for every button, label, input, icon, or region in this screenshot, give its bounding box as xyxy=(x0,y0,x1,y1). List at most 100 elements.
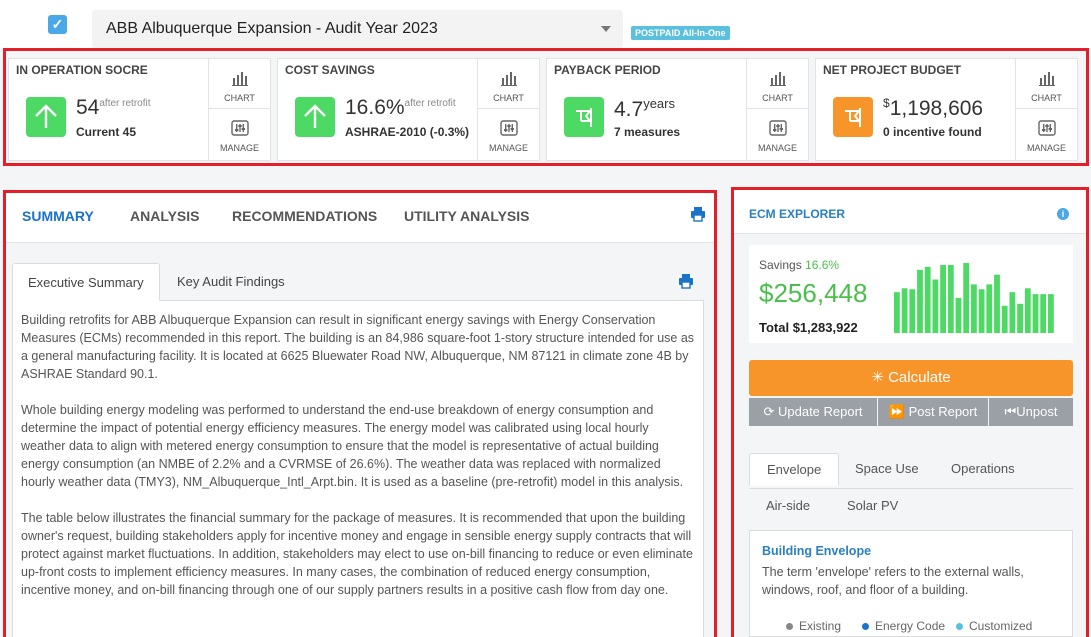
savings-bar xyxy=(1009,292,1016,333)
tab-summary[interactable]: SUMMARY xyxy=(22,208,94,224)
executive-summary-text: Building retrofits for ABB Albuquerque E… xyxy=(12,301,704,637)
kpi-card-cost-savings: COST SAVINGS 16.6%after retrofit ASHRAE-… xyxy=(277,58,540,161)
sliders-icon xyxy=(499,120,518,136)
tab-air-side[interactable]: Air-side xyxy=(749,490,827,521)
savings-bar xyxy=(955,298,962,333)
legend-item-energy-code: Energy Code xyxy=(862,619,945,633)
tab-utility-analysis[interactable]: UTILITY ANALYSIS xyxy=(404,208,530,224)
flag-icon xyxy=(564,97,604,137)
legend-dot xyxy=(956,623,963,631)
post-report-button[interactable]: ⏩ Post Report xyxy=(878,398,988,426)
report-action-row: ⟳ Update Report ⏩ Post Report ⏮Unpost xyxy=(749,398,1073,426)
kpi-sub: Current 45 xyxy=(76,125,137,139)
project-select-value: ABB Albuquerque Expansion - Audit Year 2… xyxy=(106,20,438,37)
manage-button[interactable]: MANAGE xyxy=(209,109,270,159)
summary-subtabs: Executive Summary Key Audit Findings xyxy=(12,263,704,301)
savings-bar xyxy=(1048,294,1054,333)
tab-divider xyxy=(749,488,1073,489)
bar-chart-icon xyxy=(769,72,786,86)
ecm-header: ECM EXPLORER i xyxy=(734,190,1088,234)
legend-label: Customized xyxy=(969,619,1033,633)
chevron-down-icon xyxy=(601,26,611,32)
manage-label: MANAGE xyxy=(488,143,528,153)
chart-label: CHART xyxy=(224,93,255,103)
legend-label: Existing xyxy=(799,619,842,633)
savings-label-row: Savings 16.6% xyxy=(759,258,839,272)
kpi-value-suffix: after retrofit xyxy=(404,98,456,109)
summary-paragraph: Building retrofits for ABB Albuquerque E… xyxy=(21,313,695,381)
savings-percent: 16.6% xyxy=(805,258,840,272)
savings-bar xyxy=(909,289,916,333)
section-title: Building Envelope xyxy=(762,544,872,558)
arrow-up-icon xyxy=(295,97,335,137)
report-panel: SUMMARY ANALYSIS RECOMMENDATIONS UTILITY… xyxy=(4,190,716,637)
tab-envelope[interactable]: Envelope xyxy=(749,453,840,486)
tab-recommendations[interactable]: RECOMMENDATIONS xyxy=(232,208,377,224)
skip-back-icon: ⏮ xyxy=(1004,404,1017,419)
kpi-actions: CHART MANAGE xyxy=(208,59,270,160)
kpi-actions: CHART MANAGE xyxy=(477,59,539,160)
savings-bar xyxy=(894,292,900,333)
chart-label: CHART xyxy=(493,93,524,103)
project-select[interactable]: ABB Albuquerque Expansion - Audit Year 2… xyxy=(92,10,623,48)
legend-dot xyxy=(786,623,793,631)
kpi-value: 54 xyxy=(76,96,100,119)
update-report-label: Update Report xyxy=(777,404,863,419)
ecm-explorer-panel: ECM EXPLORER i Savings 16.6% $256,448 To… xyxy=(734,190,1088,637)
top-bar: ✓ ABB Albuquerque Expansion - Audit Year… xyxy=(0,0,1091,48)
chart-button[interactable]: CHART xyxy=(747,59,808,109)
tab-analysis[interactable]: ANALYSIS xyxy=(130,208,200,224)
savings-bar xyxy=(1001,305,1008,333)
savings-bar xyxy=(1017,303,1023,333)
update-report-button[interactable]: ⟳ Update Report xyxy=(749,398,877,426)
ecm-category-tabs: Envelope Space Use Operations Air-side S… xyxy=(749,453,1073,531)
kpi-value-suffix: after retrofit xyxy=(99,98,151,109)
manage-label: MANAGE xyxy=(219,143,259,153)
savings-bar xyxy=(924,266,931,333)
savings-bar xyxy=(994,274,1000,333)
plan-badge: POSTPAID All-In-One xyxy=(631,26,730,40)
print-icon[interactable] xyxy=(690,206,706,222)
savings-amount: $256,448 xyxy=(759,278,868,308)
sliders-icon xyxy=(230,120,249,136)
manage-button[interactable]: MANAGE xyxy=(1016,109,1077,159)
project-checkbox[interactable]: ✓ xyxy=(48,15,67,34)
manage-label: MANAGE xyxy=(1026,143,1066,153)
manage-button[interactable]: MANAGE xyxy=(747,109,808,159)
arrow-up-icon xyxy=(26,97,66,137)
chart-button[interactable]: CHART xyxy=(209,59,270,109)
unpost-label: Unpost xyxy=(1016,404,1058,419)
savings-bar xyxy=(971,284,977,333)
savings-bar xyxy=(963,263,970,333)
bar-chart-icon xyxy=(500,72,517,86)
kpi-card-net-project-budget: NET PROJECT BUDGET $1,198,606 0 incentiv… xyxy=(815,58,1078,161)
kpi-actions: CHART MANAGE xyxy=(746,59,808,160)
summary-paragraph: Whole building energy modeling was perfo… xyxy=(21,403,684,489)
kpi-value: 1,198,606 xyxy=(889,97,984,120)
sliders-icon xyxy=(1037,120,1056,136)
tab-key-audit-findings[interactable]: Key Audit Findings xyxy=(162,263,300,301)
manage-button[interactable]: MANAGE xyxy=(478,109,539,159)
chart-button[interactable]: CHART xyxy=(478,59,539,109)
savings-total: Total $1,283,922 xyxy=(759,320,858,335)
legend-dot xyxy=(862,623,869,631)
unpost-button[interactable]: ⏮Unpost xyxy=(989,398,1073,426)
chart-button[interactable]: CHART xyxy=(1016,59,1077,109)
info-icon[interactable]: i xyxy=(1057,208,1069,220)
savings-bar xyxy=(940,264,946,333)
tab-space-use[interactable]: Space Use xyxy=(838,453,936,484)
chart-label: CHART xyxy=(762,93,793,103)
kpi-title: PAYBACK PERIOD xyxy=(554,63,661,77)
kpi-strip: IN OPERATION SOCRE 54after retrofit Curr… xyxy=(4,48,1088,165)
savings-bar xyxy=(917,269,923,333)
savings-label: Savings xyxy=(759,258,802,272)
kpi-value-prefix: $ xyxy=(883,96,890,110)
tab-operations[interactable]: Operations xyxy=(934,453,1032,484)
calculate-button[interactable]: ✳ Calculate xyxy=(749,360,1073,396)
print-icon[interactable] xyxy=(678,273,694,289)
tab-executive-summary[interactable]: Executive Summary xyxy=(12,263,160,301)
tab-solar-pv[interactable]: Solar PV xyxy=(830,490,915,521)
envelope-section: Building Envelope The term 'envelope' re… xyxy=(749,530,1073,637)
savings-bar xyxy=(1040,294,1047,333)
refresh-icon: ⟳ xyxy=(763,404,775,419)
